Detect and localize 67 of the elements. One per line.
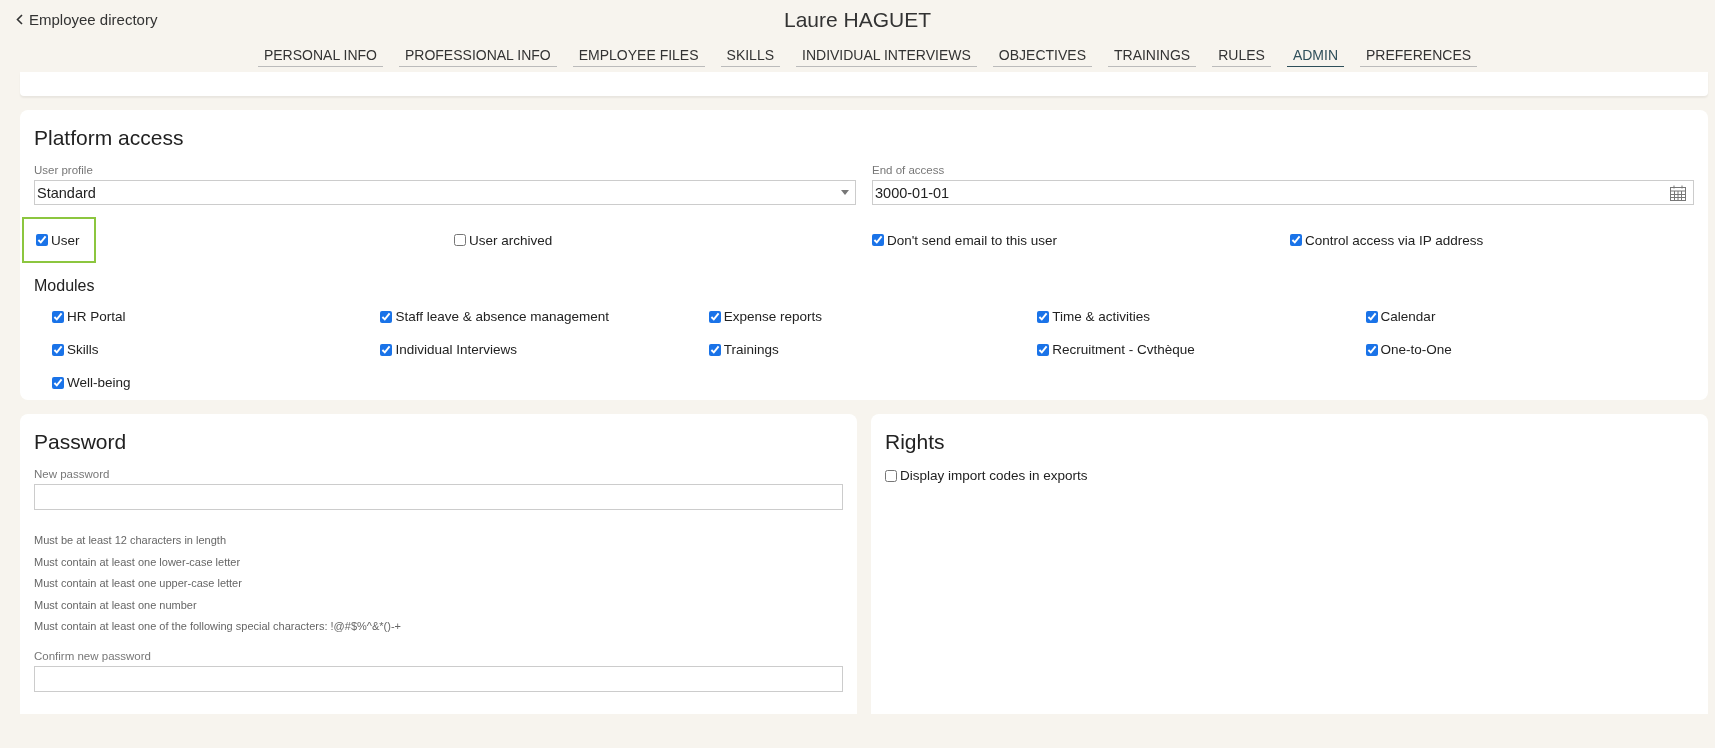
checkbox[interactable] [1365, 310, 1378, 323]
module-label: Trainings [723, 342, 779, 357]
password-rule: Must be at least 12 characters in length [34, 533, 227, 548]
tab[interactable]: TRAININGS [1108, 44, 1197, 67]
checkbox[interactable] [380, 310, 393, 323]
tab[interactable]: PREFERENCES [1360, 44, 1478, 67]
section-title: Platform access [34, 126, 185, 150]
checkbox-label: User [51, 232, 80, 248]
module-label: Recruitment - Cvthèque [1052, 342, 1195, 357]
checkbox[interactable] [708, 310, 721, 323]
checkbox-label: Display import codes in exports [900, 468, 1088, 483]
dropdown-arrow-icon [841, 190, 849, 195]
checkbox-option[interactable]: Don't send email to this user [858, 217, 1073, 263]
user-profile-select[interactable]: Standard [34, 180, 856, 205]
chevron-left-icon [16, 14, 23, 25]
checkbox[interactable] [52, 376, 64, 389]
checkbox-label: Control access via IP address [1305, 232, 1484, 248]
checkbox-label: User archived [469, 232, 553, 248]
checkbox-option[interactable]: Control access via IP address [1276, 217, 1500, 263]
section-subtitle: Modules [34, 277, 96, 295]
module-label: Expense reports [723, 309, 823, 324]
checkbox[interactable] [1037, 310, 1050, 323]
checkbox[interactable] [380, 343, 393, 356]
checkbox-option[interactable]: User archived [440, 217, 569, 263]
checkbox[interactable] [708, 343, 721, 356]
checkbox[interactable] [1290, 234, 1302, 246]
module-label: Individual Interviews [395, 342, 517, 357]
module-label: Calendar [1380, 309, 1436, 324]
checkbox[interactable] [1037, 343, 1050, 356]
password-rule: Must contain at least one lower-case letter [34, 554, 242, 570]
password-rule: Must contain at least one upper-case letter [34, 576, 243, 591]
date-field[interactable]: 3000-01-01 [872, 180, 1694, 205]
field-label: Confirm new password [34, 649, 152, 662]
checkbox[interactable] [454, 234, 466, 246]
checkbox[interactable] [52, 310, 64, 323]
module-label: Well-being [67, 375, 131, 390]
section-title: Password [34, 430, 128, 454]
module-label: One-to-One [1380, 342, 1452, 357]
calendar-icon[interactable] [1669, 183, 1687, 202]
field-label: New password [34, 468, 111, 480]
field-label: End of access [872, 164, 946, 176]
password-rule: Must contain at least one number [34, 597, 198, 613]
checkbox[interactable] [872, 234, 884, 246]
tab[interactable]: ADMIN [1286, 44, 1345, 67]
tab[interactable]: OBJECTIVES [992, 44, 1092, 67]
checkbox[interactable] [52, 343, 64, 356]
tab[interactable]: SKILLS [720, 44, 781, 67]
tab[interactable]: EMPLOYEE FILES [572, 44, 705, 67]
input-field[interactable] [34, 665, 843, 692]
checkbox[interactable] [885, 469, 897, 482]
employee-name: Laure HAGUET [783, 8, 932, 32]
module-label: Time & activities [1052, 309, 1150, 324]
checkbox-label: Don't send email to this user [887, 232, 1057, 248]
tab[interactable]: PROFESSIONAL INFO [399, 44, 557, 67]
module-label: HR Portal [67, 309, 126, 324]
checkbox-option[interactable]: User [22, 217, 96, 263]
checkbox[interactable] [36, 234, 48, 246]
section-title: Rights [885, 430, 946, 454]
tab[interactable]: INDIVIDUAL INTERVIEWS [796, 44, 977, 67]
tab[interactable]: RULES [1212, 44, 1271, 67]
tab[interactable]: PERSONAL INFO [257, 44, 383, 67]
checkbox[interactable] [1365, 343, 1378, 356]
password-rule: Must contain at least one of the following special characters: !@#$%^&*()-+ [34, 619, 402, 634]
module-label: Skills [67, 342, 99, 357]
module-label: Staff leave & absence management [395, 309, 610, 324]
input-field[interactable] [34, 484, 843, 510]
field-label: User profile [34, 164, 94, 176]
